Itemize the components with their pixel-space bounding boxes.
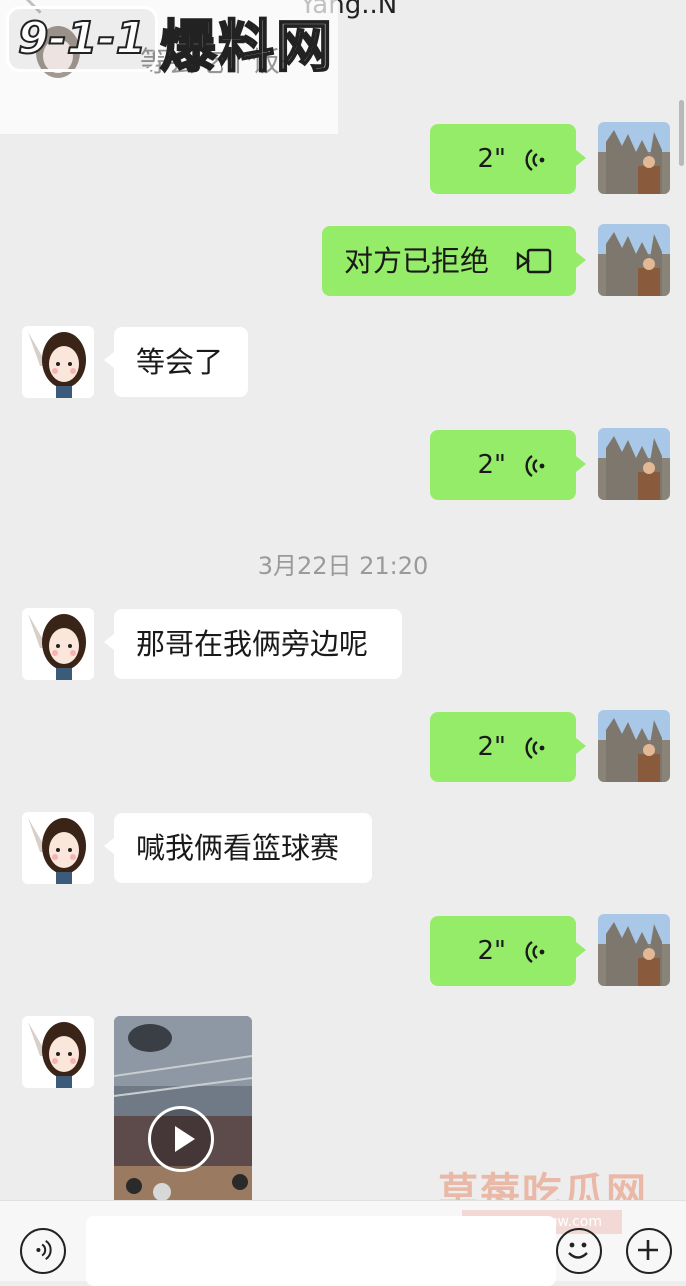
voice-duration: 2": [477, 450, 506, 480]
message-text: 等会了: [136, 345, 224, 379]
voice-message[interactable]: 2": [430, 916, 576, 986]
voice-icon: [36, 1239, 52, 1260]
voice-duration: 2": [477, 936, 506, 966]
avatar-self[interactable]: [598, 428, 670, 500]
call-status-text: 对方已拒绝: [344, 244, 490, 278]
chat-timestamp: 3月22日 21:20: [257, 552, 429, 580]
avatar-contact[interactable]: [22, 608, 94, 680]
voice-message[interactable]: 2": [430, 712, 576, 782]
message-text: 喊我俩看篮球赛: [136, 831, 340, 865]
bubble-tail: [576, 942, 586, 958]
text-message[interactable]: 那哥在我俩旁边呢: [114, 609, 402, 679]
avatar-self[interactable]: [598, 710, 670, 782]
avatar-contact[interactable]: [22, 326, 94, 398]
emoji-button[interactable]: [556, 1228, 602, 1274]
avatar-contact[interactable]: [22, 812, 94, 884]
scrollbar[interactable]: [679, 100, 684, 166]
emoji-icon: [568, 1242, 588, 1259]
call-message[interactable]: 对方已拒绝: [322, 226, 576, 296]
voice-duration: 2": [477, 144, 506, 174]
bubble-tail: [104, 352, 114, 368]
message-text: 那哥在我俩旁边呢: [136, 627, 369, 661]
voice-wave-icon: [525, 941, 545, 963]
avatar-self[interactable]: [598, 122, 670, 194]
text-message[interactable]: 等会了: [114, 327, 248, 397]
bubble-tail: [576, 738, 586, 754]
play-icon[interactable]: [148, 1106, 214, 1172]
voice-wave-icon: [525, 737, 545, 759]
bubble-tail: [104, 838, 114, 854]
bubble-tail: [576, 252, 586, 268]
voice-wave-icon: [525, 455, 545, 477]
bubble-tail: [104, 634, 114, 650]
message-input[interactable]: [86, 1216, 556, 1286]
video-call-icon: [516, 248, 552, 274]
bubble-tail: [576, 150, 586, 166]
plus-icon: [638, 1240, 658, 1260]
voice-message[interactable]: 2": [430, 430, 576, 500]
text-message[interactable]: 喊我俩看篮球赛: [114, 813, 372, 883]
watermark-logo: 9-1-1: [6, 6, 158, 72]
voice-duration: 2": [477, 732, 506, 762]
voice-input-button[interactable]: [20, 1228, 66, 1274]
avatar-self[interactable]: [598, 224, 670, 296]
voice-message[interactable]: 2": [430, 124, 576, 194]
avatar-self[interactable]: [598, 914, 670, 986]
bubble-tail: [576, 456, 586, 472]
avatar-contact[interactable]: [22, 1016, 94, 1088]
more-button[interactable]: [626, 1228, 672, 1274]
voice-wave-icon: [525, 149, 545, 171]
watermark-text: 爆料网: [159, 14, 334, 81]
